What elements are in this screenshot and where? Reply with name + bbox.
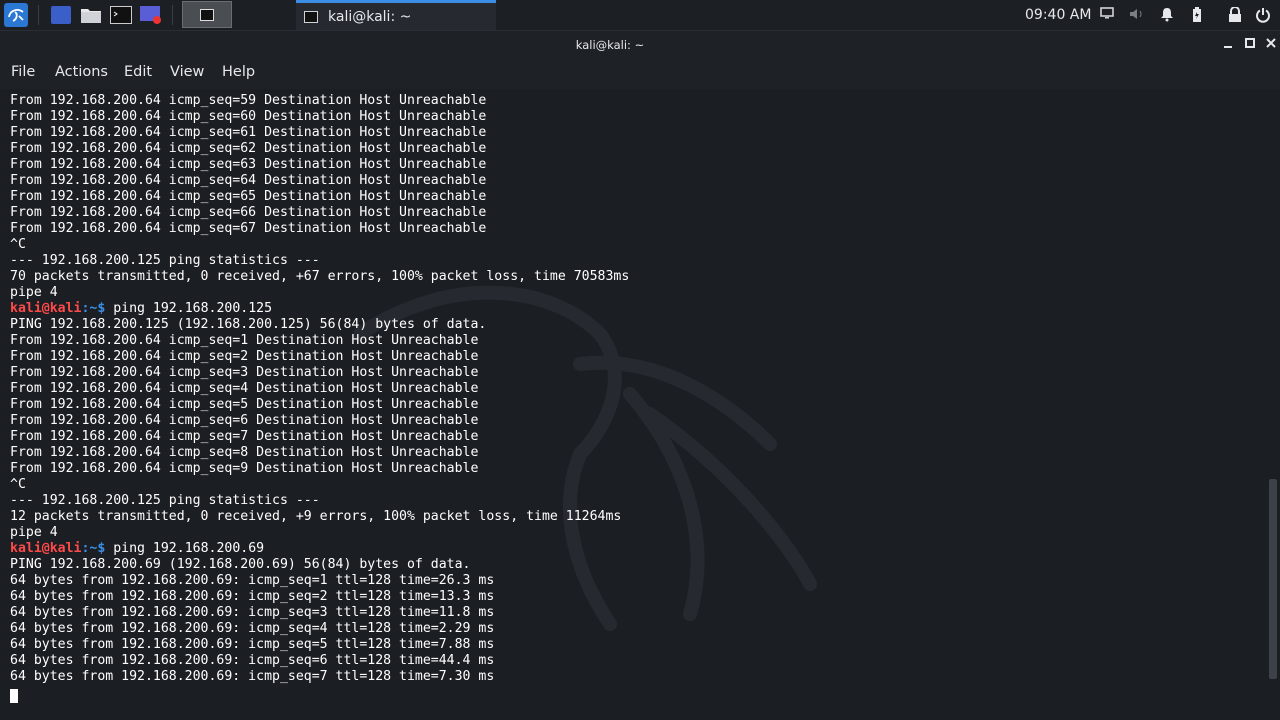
terminal-output-line: --- 192.168.200.125 ping statistics --- <box>10 493 320 508</box>
terminal-output-line: From 192.168.200.64 icmp_seq=5 Destinati… <box>10 397 479 412</box>
prompt-command: ping 192.168.200.69 <box>113 541 265 556</box>
menu-edit[interactable]: Edit <box>124 59 152 89</box>
terminal-output-line: From 192.168.200.64 icmp_seq=8 Destinati… <box>10 445 479 460</box>
lock-icon[interactable] <box>1227 6 1243 23</box>
terminal-output: From 192.168.200.64 icmp_seq=59 Destinat… <box>10 93 629 685</box>
terminal-icon[interactable] <box>108 0 134 30</box>
power-icon[interactable] <box>1255 7 1271 23</box>
terminal-output-line: pipe 4 <box>10 285 58 300</box>
terminal-output-line: 12 packets transmitted, 0 received, +9 e… <box>10 509 622 524</box>
menu-help[interactable]: Help <box>222 59 255 89</box>
terminal-area[interactable]: From 192.168.200.64 icmp_seq=59 Destinat… <box>0 89 1280 720</box>
prompt-user: kali@kali <box>10 301 82 316</box>
taskbar-label: kali@kali: ~ <box>328 8 412 25</box>
file-manager-icon[interactable] <box>78 0 104 30</box>
terminal-output-line: 64 bytes from 192.168.200.69: icmp_seq=7… <box>10 669 495 684</box>
menubar: File Actions Edit View Help <box>0 59 1280 89</box>
terminal-output-line: 64 bytes from 192.168.200.69: icmp_seq=2… <box>10 589 495 604</box>
window-title: kali@kali: ~ <box>575 38 645 52</box>
terminal-output-line: From 192.168.200.64 icmp_seq=61 Destinat… <box>10 125 487 140</box>
volume-icon[interactable] <box>1129 7 1145 23</box>
menu-file[interactable]: File <box>11 59 35 89</box>
terminal-cursor <box>10 689 18 703</box>
scrollbar-thumb[interactable] <box>1269 479 1277 679</box>
terminal-output-line: From 192.168.200.64 icmp_seq=4 Destinati… <box>10 381 479 396</box>
battery-icon[interactable] <box>1189 7 1205 23</box>
terminal-output-line: From 192.168.200.64 icmp_seq=62 Destinat… <box>10 141 487 156</box>
menu-view[interactable]: View <box>170 59 204 89</box>
top-panel: kali@kali: ~ 09:40 AM <box>0 0 1280 31</box>
terminal-output-line: From 192.168.200.64 icmp_seq=7 Destinati… <box>10 429 479 444</box>
terminal-output-line: 64 bytes from 192.168.200.69: icmp_seq=4… <box>10 621 495 636</box>
screen-recorder-icon[interactable] <box>138 0 164 30</box>
terminal-output-line: pipe 4 <box>10 525 58 540</box>
notification-bell-icon[interactable] <box>1159 7 1175 23</box>
window-titlebar[interactable]: kali@kali: ~ <box>0 31 1280 59</box>
prompt-path: :~$ <box>81 301 114 316</box>
terminal-output-line: From 192.168.200.64 icmp_seq=63 Destinat… <box>10 157 487 172</box>
maximize-icon[interactable] <box>1240 35 1260 55</box>
terminal-output-line: From 192.168.200.64 icmp_seq=9 Destinati… <box>10 461 479 476</box>
panel-separator <box>38 5 39 25</box>
prompt-user: kali@kali <box>10 541 82 556</box>
close-icon[interactable] <box>1261 35 1280 55</box>
terminal-output-line: 64 bytes from 192.168.200.69: icmp_seq=5… <box>10 637 495 652</box>
workspace-window-icon <box>200 8 214 21</box>
kali-menu-icon[interactable] <box>0 0 32 30</box>
terminal-output-line: --- 192.168.200.125 ping statistics --- <box>10 253 320 268</box>
minimize-icon[interactable] <box>1218 35 1238 55</box>
terminal-output-line: PING 192.168.200.69 (192.168.200.69) 56(… <box>10 557 471 572</box>
prompt-command: ping 192.168.200.125 <box>113 301 273 316</box>
terminal-output-line: From 192.168.200.64 icmp_seq=64 Destinat… <box>10 173 487 188</box>
terminal-output-line: From 192.168.200.64 icmp_seq=2 Destinati… <box>10 349 479 364</box>
terminal-output-line: From 192.168.200.64 icmp_seq=59 Destinat… <box>10 93 487 108</box>
terminal-output-line: 64 bytes from 192.168.200.69: icmp_seq=1… <box>10 573 495 588</box>
terminal-output-line: ^C <box>10 477 26 492</box>
workspace-button[interactable] <box>182 1 232 28</box>
terminal-output-line: 70 packets transmitted, 0 received, +67 … <box>10 269 630 284</box>
terminal-output-line: From 192.168.200.64 icmp_seq=3 Destinati… <box>10 365 479 380</box>
menu-actions[interactable]: Actions <box>55 59 108 89</box>
panel-separator <box>172 5 173 25</box>
terminal-output-line: 64 bytes from 192.168.200.69: icmp_seq=6… <box>10 653 495 668</box>
terminal-output-line: From 192.168.200.64 icmp_seq=67 Destinat… <box>10 221 487 236</box>
taskbar-terminal-button[interactable]: kali@kali: ~ <box>296 0 496 30</box>
terminal-output-line: From 192.168.200.64 icmp_seq=6 Destinati… <box>10 413 479 428</box>
terminal-output-line: From 192.168.200.64 icmp_seq=1 Destinati… <box>10 333 479 348</box>
terminal-window-icon <box>304 10 318 23</box>
terminal-output-line: 64 bytes from 192.168.200.69: icmp_seq=3… <box>10 605 495 620</box>
terminal-output-line: PING 192.168.200.125 (192.168.200.125) 5… <box>10 317 487 332</box>
terminal-prompt-line: kali@kali:~$ ping 192.168.200.69 <box>10 541 629 557</box>
terminal-output-line: From 192.168.200.64 icmp_seq=60 Destinat… <box>10 109 487 124</box>
terminal-output-line: From 192.168.200.64 icmp_seq=65 Destinat… <box>10 189 487 204</box>
terminal-output-line: From 192.168.200.64 icmp_seq=66 Destinat… <box>10 205 487 220</box>
display-icon[interactable] <box>1099 7 1115 23</box>
show-desktop-icon[interactable] <box>48 0 74 30</box>
clock[interactable]: 09:40 AM <box>1025 0 1091 30</box>
terminal-output-line: ^C <box>10 237 26 252</box>
prompt-path: :~$ <box>81 541 114 556</box>
terminal-prompt-line: kali@kali:~$ ping 192.168.200.125 <box>10 301 629 317</box>
